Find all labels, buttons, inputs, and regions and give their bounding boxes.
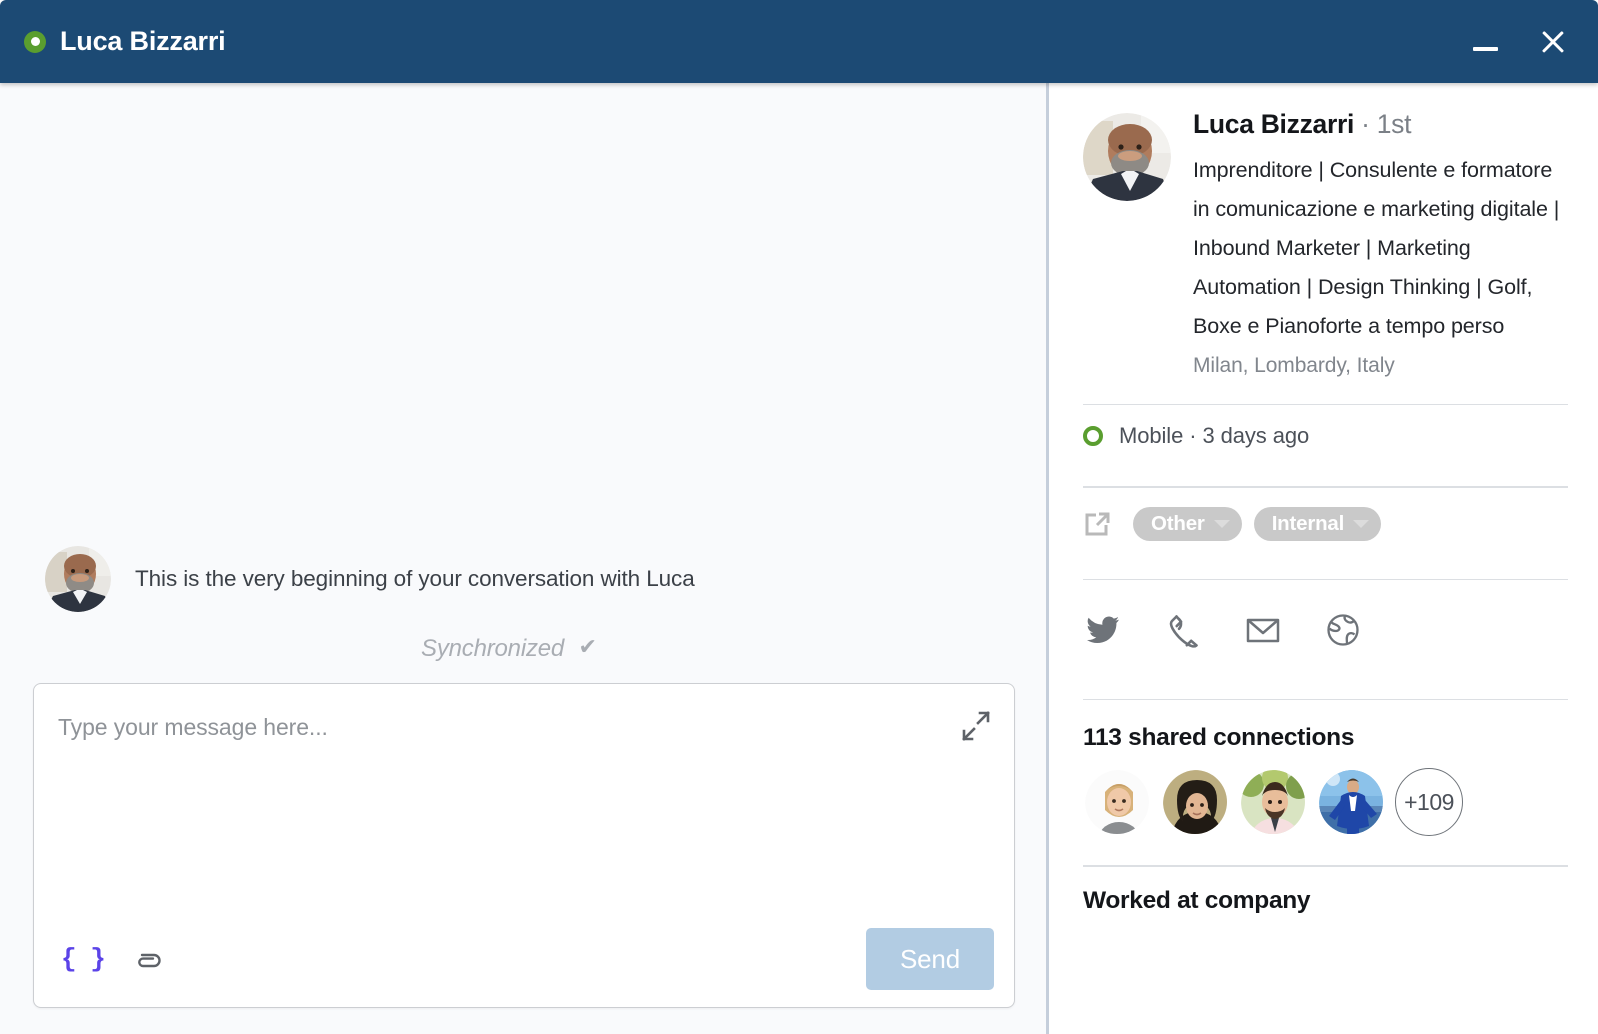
online-dot-icon xyxy=(24,30,46,53)
conversation-start: This is the very beginning of your conve… xyxy=(0,546,1046,612)
more-connections-button[interactable]: +109 xyxy=(1395,768,1463,837)
conversation-pane: This is the very beginning of your conve… xyxy=(0,83,1046,1034)
connection-avatar-1[interactable] xyxy=(1083,768,1151,837)
tag-label: Other xyxy=(1151,511,1205,535)
send-button[interactable]: Send xyxy=(866,928,994,990)
connection-degree: · 1st xyxy=(1354,109,1412,139)
profile-header: Luca Bizzarri · 1st Imprenditore | Consu… xyxy=(1083,109,1568,385)
message-input-placeholder: Type your message here... xyxy=(58,714,328,740)
close-icon xyxy=(1540,29,1566,55)
window-titlebar: Luca Bizzarri xyxy=(0,0,1598,83)
shared-connections-title: 113 shared connections xyxy=(1083,724,1355,752)
message-composer[interactable]: Type your message here... { } Send xyxy=(33,683,1015,1008)
social-links-row xyxy=(1083,580,1568,680)
window-title: Luca Bizzarri xyxy=(60,26,226,56)
divider xyxy=(1083,865,1568,867)
close-button[interactable] xyxy=(1530,19,1576,65)
conversation-start-text: This is the very beginning of your conve… xyxy=(135,566,695,591)
presence-text: Mobile · 3 days ago xyxy=(1119,423,1310,449)
profile-avatar[interactable] xyxy=(1083,113,1171,201)
connection-avatar-2[interactable] xyxy=(1161,768,1229,837)
email-icon[interactable] xyxy=(1245,612,1281,648)
tag-label: Internal xyxy=(1271,511,1345,535)
profile-info: Luca Bizzarri · 1st Imprenditore | Consu… xyxy=(1193,109,1568,385)
avatar xyxy=(45,546,111,612)
divider xyxy=(1083,698,1568,701)
message-input[interactable]: Type your message here... xyxy=(34,684,1014,911)
window-body: This is the very beginning of your conve… xyxy=(0,83,1598,1034)
shared-connections-row: +109 xyxy=(1083,768,1568,846)
check-icon: ✔ xyxy=(578,634,597,659)
profile-name-line: Luca Bizzarri · 1st xyxy=(1193,109,1568,141)
tag-dropdown-other[interactable]: Other xyxy=(1133,506,1242,541)
external-link-icon[interactable] xyxy=(1083,510,1111,538)
minimize-button[interactable] xyxy=(1462,19,1508,65)
phone-icon[interactable] xyxy=(1165,612,1201,648)
page-title[interactable]: Luca Bizzarri xyxy=(1193,109,1354,139)
minimize-icon xyxy=(1472,46,1498,51)
sync-status: Synchronized ✔ xyxy=(0,634,1046,663)
sync-label: Synchronized xyxy=(421,635,565,662)
chevron-down-icon xyxy=(1213,519,1230,528)
twitter-icon[interactable] xyxy=(1085,612,1121,648)
paperclip-icon[interactable] xyxy=(133,944,163,974)
chat-window: Luca Bizzarri This is the very beginning… xyxy=(0,0,1598,1034)
tags-row: Other Internal xyxy=(1083,488,1568,560)
connection-avatar-3[interactable] xyxy=(1239,768,1307,837)
profile-location: Milan, Lombardy, Italy xyxy=(1193,353,1395,377)
expand-arrows-icon[interactable] xyxy=(960,710,992,742)
globe-icon[interactable] xyxy=(1325,612,1361,648)
chevron-down-icon xyxy=(1353,519,1370,528)
green-ring-icon xyxy=(1083,426,1103,447)
composer-toolbar: { } Send xyxy=(34,911,1014,1007)
tag-dropdown-internal[interactable]: Internal xyxy=(1253,506,1382,541)
connection-avatar-4[interactable] xyxy=(1317,768,1385,837)
bottom-section-title: Worked at company xyxy=(1083,886,1311,914)
presence-row: Mobile · 3 days ago xyxy=(1083,405,1568,467)
profile-headline: Imprenditore | Consulente e formatore in… xyxy=(1193,157,1560,338)
profile-sidebar: Luca Bizzarri · 1st Imprenditore | Consu… xyxy=(1049,83,1598,1034)
snippet-button[interactable]: { } xyxy=(61,944,106,974)
